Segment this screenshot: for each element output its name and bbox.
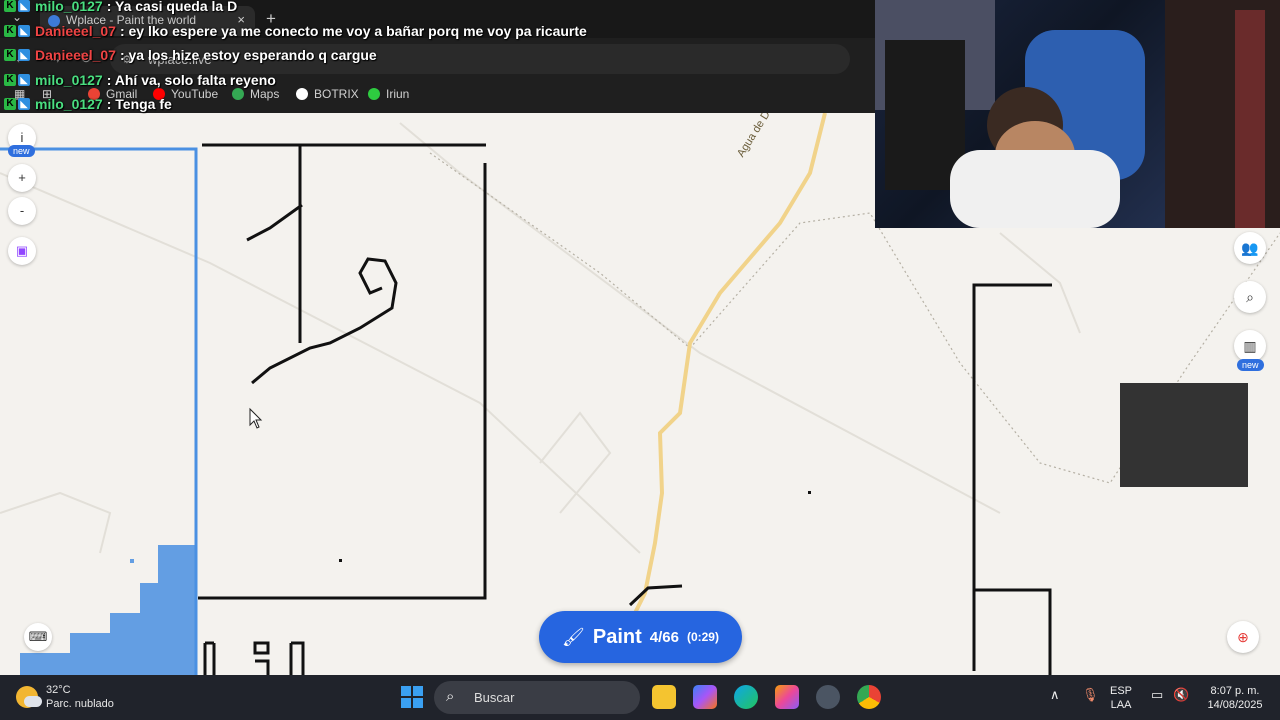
search-map-button[interactable]: ⌕ <box>1234 281 1266 313</box>
weather-condition: Parc. nublado <box>46 698 114 710</box>
platform-badge-icon: ◣ <box>18 0 30 13</box>
clock-date: 14/08/2025 <box>1207 699 1263 711</box>
leaderboard-icon: ▥ <box>1243 338 1257 354</box>
chat-username: milo_0127 <box>35 96 103 113</box>
chat-username: Danieeel_07 <box>35 22 116 39</box>
platform-badge-icon: ◣ <box>18 49 30 62</box>
windows-start-icon[interactable] <box>401 686 423 708</box>
zoom-out-icon: - <box>19 203 25 218</box>
keyboard-button[interactable]: ⌨ <box>24 623 52 651</box>
kick-badge-icon: K <box>4 98 16 111</box>
leaderboard-button[interactable]: ▥ <box>1234 330 1266 362</box>
file-explorer-icon[interactable] <box>652 685 676 709</box>
chat-username: milo_0127 <box>35 71 103 88</box>
locate-button[interactable]: ⊕ <box>1227 621 1259 653</box>
paint-count: 4/66 <box>649 628 679 646</box>
zoom-in-button[interactable]: + <box>8 164 36 192</box>
weather-temperature: 32°C <box>46 684 71 696</box>
paint-label: Paint <box>592 625 642 648</box>
leaderboard-new-badge: new <box>1237 359 1264 371</box>
brush-icon: 🖌 <box>562 626 585 647</box>
chat-message: K ◣ milo_0127 : Tenga fe <box>0 92 875 117</box>
webcam-feed <box>875 0 1280 228</box>
search-icon: ⌕ <box>446 688 455 705</box>
chrome-icon[interactable] <box>857 685 881 709</box>
kick-badge-icon: K <box>4 0 16 13</box>
weather-widget[interactable]: 32°C Parc. nublado <box>16 683 114 711</box>
chat-text: : ey lko espere ya me conecto me voy a b… <box>119 22 587 39</box>
microphone-icon[interactable]: 🎙 <box>1082 688 1099 702</box>
twitch-icon: ▣ <box>15 243 29 258</box>
search-placeholder: Buscar <box>474 690 515 705</box>
chat-overlay: K ◣ milo_0127 : Ya casi queda la D K ◣ Dan… <box>0 0 875 117</box>
zoom-out-button[interactable]: - <box>8 197 36 225</box>
chevron-up-icon[interactable]: ∧ <box>1050 688 1060 702</box>
chat-message: K ◣ Danieeel_07 : ya los hize estoy esper… <box>0 43 875 68</box>
clock[interactable]: 8:07 p. m. 14/08/2025 <box>1200 684 1270 712</box>
paint-button[interactable]: 🖌 Paint 4/66 (0:29) <box>539 611 742 663</box>
clock-time: 8:07 p. m. <box>1210 685 1260 697</box>
search-globe-icon: ⌕ <box>1246 289 1254 305</box>
lang-code: ESP <box>1110 685 1133 697</box>
paint-timer: (0:29) <box>686 630 719 644</box>
instagram-icon[interactable] <box>775 685 799 709</box>
chat-message: K ◣ milo_0127 : Ahí va, solo falta reyeno <box>0 68 875 93</box>
screen: ⌄ Wplace - Paint the world × + ← → ↻ ⚙ w… <box>0 0 1280 720</box>
kick-badge-icon: K <box>4 24 16 37</box>
volume-muted-icon[interactable]: 🔇 <box>1173 688 1189 702</box>
new-badge: new <box>8 145 35 157</box>
info-icon: i <box>20 130 24 145</box>
chat-username: milo_0127 <box>35 0 103 15</box>
keyboard-layout: LAA <box>1110 699 1132 711</box>
chat-text: : Ya casi queda la D <box>106 0 238 15</box>
keyboard-icon: ⌨ <box>28 629 48 644</box>
taskbar-search[interactable]: ⌕ Buscar <box>434 681 640 714</box>
zoom-in-icon: + <box>18 170 26 185</box>
kick-badge-icon: K <box>4 73 16 86</box>
chat-message: K ◣ Danieeel_07 : ey lko espere ya me con… <box>0 19 875 44</box>
taskbar: 32°C Parc. nublado ⌕ Buscar ∧ 🎙 ESP LAA … <box>0 675 1280 720</box>
copilot-icon[interactable] <box>693 685 717 709</box>
chat-text: : ya los hize estoy esperando q cargue <box>119 47 377 64</box>
users-button[interactable]: 👥 <box>1234 232 1266 264</box>
edge-icon[interactable] <box>734 685 758 709</box>
platform-badge-icon: ◣ <box>18 24 30 37</box>
obs-icon[interactable] <box>816 685 840 709</box>
language-indicator[interactable]: ESP LAA <box>1110 684 1132 712</box>
kick-badge-icon: K <box>4 49 16 62</box>
partly-cloudy-icon <box>16 686 42 708</box>
chat-text: : Ahí va, solo falta reyeno <box>106 71 276 88</box>
webcam-image <box>875 0 1280 228</box>
chat-username: Danieeel_07 <box>35 47 116 64</box>
chat-message: K ◣ milo_0127 : Ya casi queda la D <box>0 0 875 19</box>
network-icon[interactable]: ▭ <box>1151 688 1163 702</box>
twitch-button[interactable]: ▣ <box>8 237 36 265</box>
platform-badge-icon: ◣ <box>18 98 30 111</box>
platform-badge-icon: ◣ <box>18 73 30 86</box>
users-icon: 👥 <box>1241 240 1259 256</box>
location-target-icon: ⊕ <box>1237 629 1249 645</box>
chat-text: : Tenga fe <box>106 96 172 113</box>
